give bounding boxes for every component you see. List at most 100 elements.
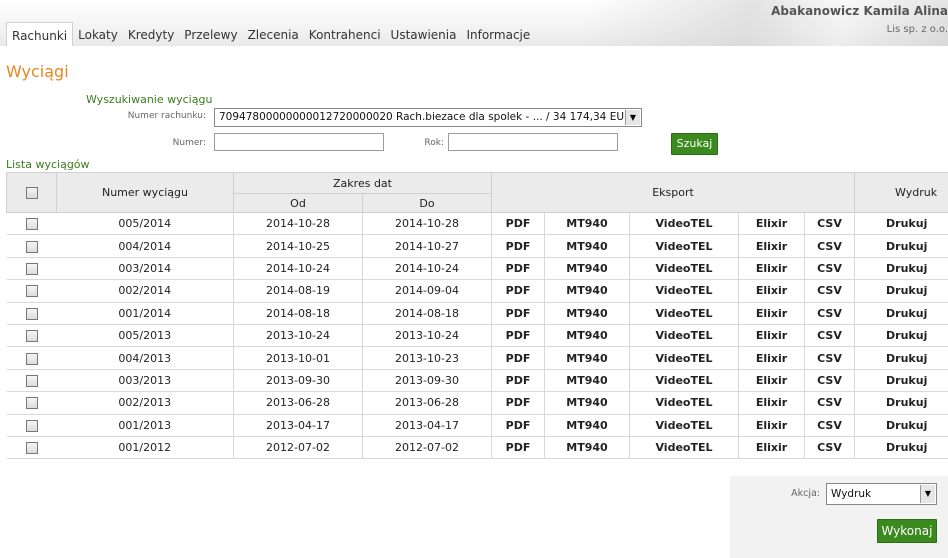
export-elixir-link[interactable]: Elixir xyxy=(738,346,805,370)
export-csv-link[interactable]: CSV xyxy=(803,391,855,415)
export-mt940-link[interactable]: MT940 xyxy=(544,346,630,370)
row-checkbox[interactable] xyxy=(25,262,38,275)
export-videotel-link[interactable]: VideoTEL xyxy=(629,279,739,303)
export-videotel-link[interactable]: VideoTEL xyxy=(629,212,739,236)
export-csv-link[interactable]: CSV xyxy=(803,257,855,281)
row-checkbox[interactable] xyxy=(25,218,38,231)
export-pdf-link[interactable]: PDF xyxy=(491,279,545,303)
print-link[interactable]: Drukuj xyxy=(854,369,948,393)
table-row: 003/2013 2013-09-30 2013-09-30 PDF MT940 Vide… xyxy=(6,369,948,393)
nav-tab-rachunki[interactable]: Rachunki xyxy=(6,22,74,46)
export-elixir-link[interactable]: Elixir xyxy=(738,391,805,415)
export-mt940-link[interactable]: MT940 xyxy=(544,279,630,303)
print-link[interactable]: Drukuj xyxy=(854,436,948,460)
export-videotel-link[interactable]: VideoTEL xyxy=(629,302,739,325)
export-mt940-link[interactable]: MT940 xyxy=(544,302,630,325)
nav-tab-zlecenia[interactable]: Zlecenia xyxy=(243,22,304,46)
nav-tab-ustawienia[interactable]: Ustawienia xyxy=(386,22,462,46)
export-elixir-link[interactable]: Elixir xyxy=(738,414,805,437)
row-checkbox[interactable] xyxy=(25,397,38,410)
account-select[interactable]: 70947800000000012720000020 Rach.biezace … xyxy=(214,108,642,127)
year-input[interactable] xyxy=(448,133,618,151)
export-pdf-link[interactable]: PDF xyxy=(491,369,545,393)
row-checkbox[interactable] xyxy=(25,307,38,320)
export-csv-link[interactable]: CSV xyxy=(803,234,855,258)
export-elixir-link[interactable]: Elixir xyxy=(738,436,805,460)
export-pdf-link[interactable]: PDF xyxy=(491,257,545,281)
action-select[interactable]: Wydruk ▼ xyxy=(826,483,937,505)
export-elixir-link[interactable]: Elixir xyxy=(738,212,805,236)
export-csv-link[interactable]: CSV xyxy=(803,279,855,303)
export-pdf-link[interactable]: PDF xyxy=(491,436,545,460)
export-elixir-link[interactable]: Elixir xyxy=(738,369,805,393)
row-checkbox[interactable] xyxy=(25,419,38,432)
export-mt940-link[interactable]: MT940 xyxy=(544,257,630,281)
print-link[interactable]: Drukuj xyxy=(854,279,948,303)
header-number[interactable]: Numer wyciągu xyxy=(56,172,234,213)
export-elixir-link[interactable]: Elixir xyxy=(738,257,805,281)
nav-tab-kredyty[interactable]: Kredyty xyxy=(123,22,179,46)
print-link[interactable]: Drukuj xyxy=(854,257,948,281)
export-pdf-link[interactable]: PDF xyxy=(491,414,545,437)
nav-tab-kontrahenci[interactable]: Kontrahenci xyxy=(304,22,386,46)
export-csv-link[interactable]: CSV xyxy=(803,414,855,437)
export-csv-link[interactable]: CSV xyxy=(803,436,855,460)
export-mt940-link[interactable]: MT940 xyxy=(544,234,630,258)
export-mt940-link[interactable]: MT940 xyxy=(544,212,630,236)
row-checkbox[interactable] xyxy=(25,330,38,343)
row-checkbox[interactable] xyxy=(25,240,38,253)
header-to[interactable]: Do xyxy=(362,193,492,213)
export-mt940-link[interactable]: MT940 xyxy=(544,391,630,415)
export-mt940-link[interactable]: MT940 xyxy=(544,436,630,460)
statement-number-input[interactable] xyxy=(214,133,384,151)
statement-date-from: 2014-08-19 xyxy=(233,279,363,303)
export-pdf-link[interactable]: PDF xyxy=(491,302,545,325)
export-pdf-link[interactable]: PDF xyxy=(491,391,545,415)
export-videotel-link[interactable]: VideoTEL xyxy=(629,436,739,460)
export-csv-link[interactable]: CSV xyxy=(803,346,855,370)
export-videotel-link[interactable]: VideoTEL xyxy=(629,346,739,370)
print-link[interactable]: Drukuj xyxy=(854,391,948,415)
print-link[interactable]: Drukuj xyxy=(854,346,948,370)
export-videotel-link[interactable]: VideoTEL xyxy=(629,234,739,258)
export-videotel-link[interactable]: VideoTEL xyxy=(629,369,739,393)
chevron-down-icon[interactable]: ▼ xyxy=(920,485,935,503)
statement-date-from: 2013-10-24 xyxy=(233,324,363,348)
export-csv-link[interactable]: CSV xyxy=(803,302,855,325)
print-link[interactable]: Drukuj xyxy=(854,234,948,258)
print-link[interactable]: Drukuj xyxy=(854,324,948,348)
export-mt940-link[interactable]: MT940 xyxy=(544,324,630,348)
export-videotel-link[interactable]: VideoTEL xyxy=(629,414,739,437)
export-videotel-link[interactable]: VideoTEL xyxy=(629,391,739,415)
row-checkbox[interactable] xyxy=(25,352,38,365)
export-csv-link[interactable]: CSV xyxy=(803,369,855,393)
header-from[interactable]: Od xyxy=(233,193,363,213)
export-pdf-link[interactable]: PDF xyxy=(491,212,545,236)
export-videotel-link[interactable]: VideoTEL xyxy=(629,324,739,348)
export-pdf-link[interactable]: PDF xyxy=(491,346,545,370)
print-link[interactable]: Drukuj xyxy=(854,414,948,437)
export-pdf-link[interactable]: PDF xyxy=(491,234,545,258)
print-link[interactable]: Drukuj xyxy=(854,212,948,236)
export-csv-link[interactable]: CSV xyxy=(803,212,855,236)
export-videotel-link[interactable]: VideoTEL xyxy=(629,257,739,281)
export-elixir-link[interactable]: Elixir xyxy=(738,234,805,258)
execute-button[interactable]: Wykonaj xyxy=(877,519,937,543)
row-checkbox[interactable] xyxy=(25,374,38,387)
nav-tab-lokaty[interactable]: Lokaty xyxy=(73,22,123,46)
chevron-down-icon[interactable]: ▼ xyxy=(625,110,640,125)
select-all-checkbox[interactable] xyxy=(25,187,38,199)
search-button[interactable]: Szukaj xyxy=(671,133,718,155)
export-csv-link[interactable]: CSV xyxy=(803,324,855,348)
print-link[interactable]: Drukuj xyxy=(854,302,948,325)
nav-tab-przelewy[interactable]: Przelewy xyxy=(179,22,242,46)
export-mt940-link[interactable]: MT940 xyxy=(544,414,630,437)
row-checkbox[interactable] xyxy=(25,285,38,298)
export-pdf-link[interactable]: PDF xyxy=(491,324,545,348)
export-elixir-link[interactable]: Elixir xyxy=(738,302,805,325)
row-checkbox[interactable] xyxy=(25,442,38,455)
export-elixir-link[interactable]: Elixir xyxy=(738,279,805,303)
nav-tab-informacje[interactable]: Informacje xyxy=(461,22,535,46)
export-elixir-link[interactable]: Elixir xyxy=(738,324,805,348)
export-mt940-link[interactable]: MT940 xyxy=(544,369,630,393)
